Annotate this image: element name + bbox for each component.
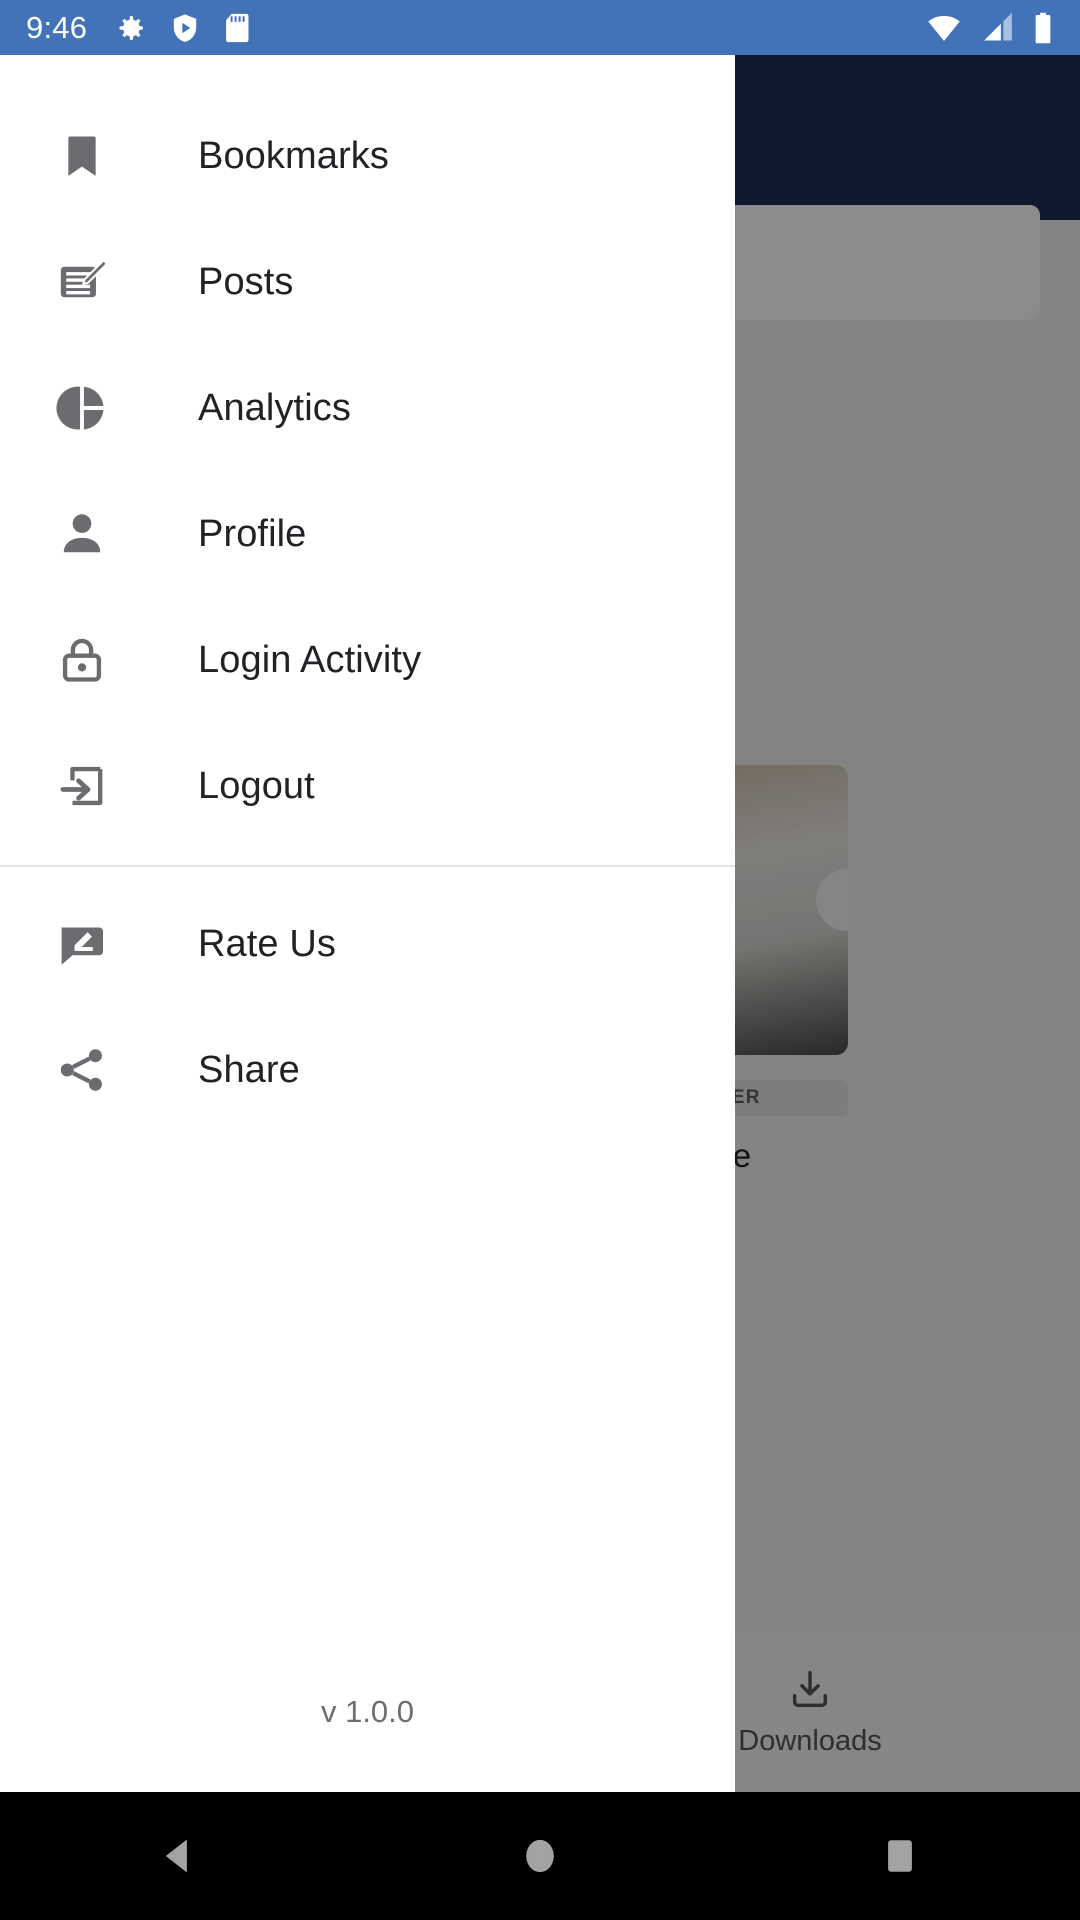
drawer-item-share[interactable]: Share: [0, 1007, 735, 1133]
status-bar: 9:46: [0, 0, 1080, 55]
bookmark-icon: [42, 130, 122, 182]
drawer-item-analytics[interactable]: Analytics: [0, 345, 735, 471]
drawer-item-label: Analytics: [198, 386, 351, 429]
wifi-icon: [928, 15, 960, 41]
drawer-item-label: Share: [198, 1048, 300, 1091]
drawer-item-label: Login Activity: [198, 638, 422, 681]
drawer-item-logout[interactable]: Logout: [0, 723, 735, 849]
status-bar-system-icons: [924, 11, 1054, 45]
system-navigation-bar: [0, 1792, 1080, 1920]
drawer-secondary-list: Rate Us Share: [0, 881, 735, 1133]
play-protect-shield-icon: [173, 13, 197, 42]
gear-icon: [119, 15, 143, 40]
status-bar-clock: 9:46: [26, 9, 88, 45]
battery-icon: [1035, 12, 1051, 43]
nav-home-button[interactable]: [360, 1833, 720, 1879]
drawer-divider: [0, 865, 735, 867]
drawer-item-label: Rate Us: [198, 922, 336, 965]
home-circle-icon: [526, 1839, 554, 1873]
drawer-item-label: Profile: [198, 512, 307, 555]
pie-chart-icon: [42, 382, 122, 434]
nav-recents-button[interactable]: [720, 1833, 1080, 1879]
nav-back-button[interactable]: [0, 1833, 360, 1879]
status-bar-notification-icons: [113, 11, 251, 45]
share-nodes-icon: [42, 1044, 122, 1096]
drawer-item-profile[interactable]: Profile: [0, 471, 735, 597]
recents-square-icon: [888, 1840, 912, 1872]
drawer-item-login-activity[interactable]: Login Activity: [0, 597, 735, 723]
exit-arrow-icon: [42, 760, 122, 812]
drawer-item-bookmarks[interactable]: Bookmarks: [0, 93, 735, 219]
sd-card-icon: [226, 13, 249, 42]
drawer-item-label: Bookmarks: [198, 134, 389, 177]
drawer-item-rate-us[interactable]: Rate Us: [0, 881, 735, 1007]
drawer-primary-list: Bookmarks Posts Analytics Profile Login …: [0, 55, 735, 849]
drawer-item-posts[interactable]: Posts: [0, 219, 735, 345]
navigation-drawer: Bookmarks Posts Analytics Profile Login …: [0, 55, 735, 1792]
note-pencil-icon: [42, 255, 122, 309]
app-version-label: v 1.0.0: [320, 1694, 415, 1729]
comment-pencil-icon: [42, 918, 122, 970]
drawer-item-label: Posts: [198, 260, 294, 303]
drawer-item-label: Logout: [198, 764, 315, 807]
back-triangle-icon: [165, 1839, 187, 1873]
phone-screen: HISTORY (P MODER Indian Ge: [0, 0, 1080, 1920]
lock-icon: [42, 634, 122, 686]
cellular-signal-icon: [984, 12, 1012, 40]
person-icon: [42, 508, 122, 560]
